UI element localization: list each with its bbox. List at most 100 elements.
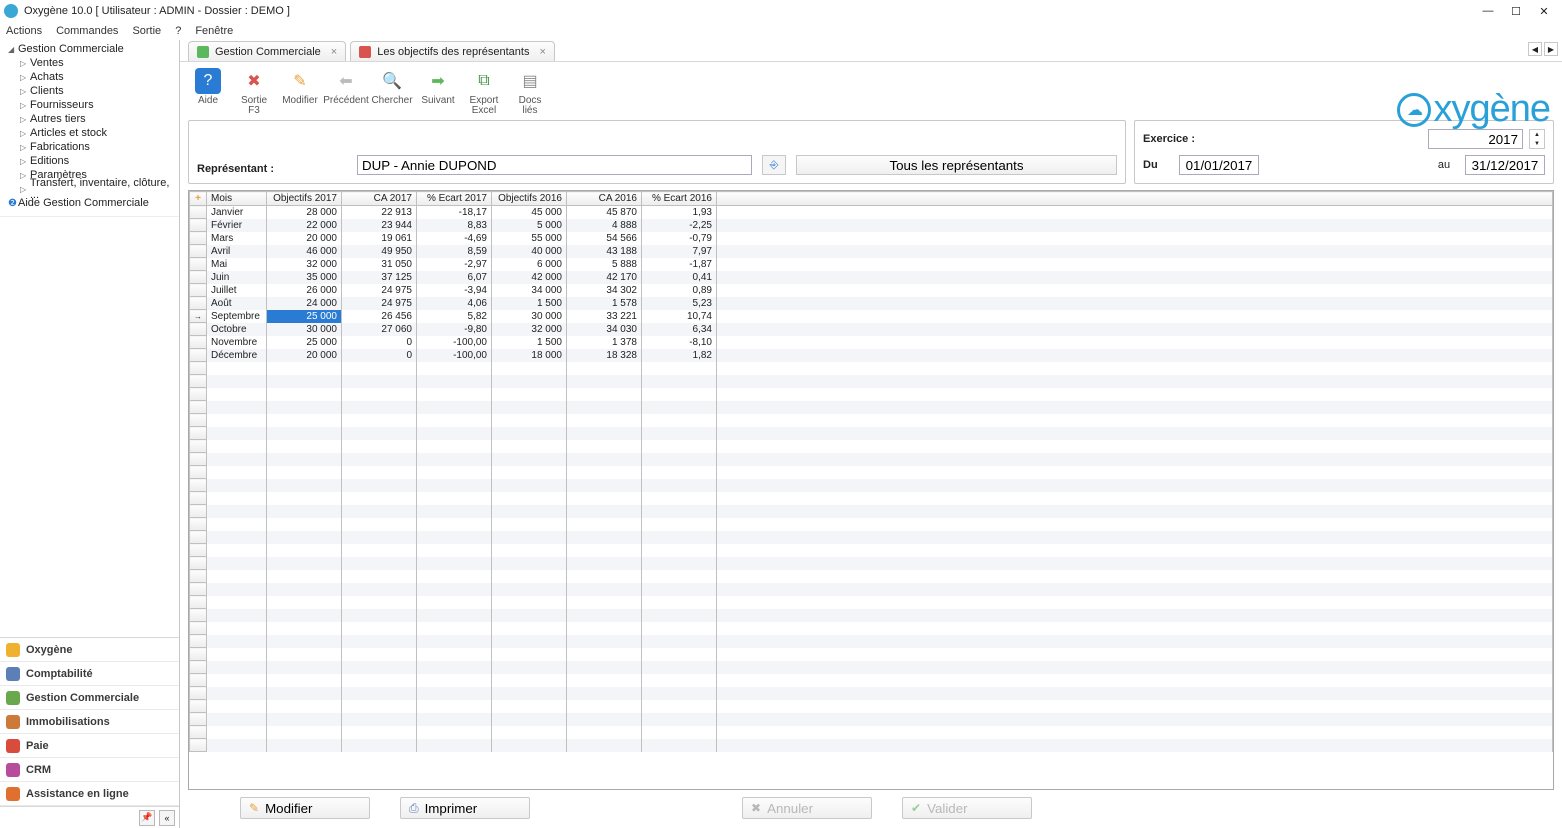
cell-ecart-2016[interactable]: -2,25 xyxy=(642,219,717,232)
cell-ecart-2016[interactable]: 7,97 xyxy=(642,245,717,258)
cell-ca-2017[interactable]: 26 456 xyxy=(342,310,417,323)
cell-ca-2017[interactable]: 27 060 xyxy=(342,323,417,336)
cell-ca-2016[interactable]: 43 188 xyxy=(567,245,642,258)
cell-ecart-2016[interactable]: 0,41 xyxy=(642,271,717,284)
table-row[interactable]: Juillet26 00024 975-3,9434 00034 3020,89 xyxy=(190,284,1553,297)
table-row[interactable]: Juin35 00037 1256,0742 00042 1700,41 xyxy=(190,271,1553,284)
cell-ecart-2017[interactable]: -100,00 xyxy=(417,349,492,362)
tree-ventes[interactable]: Ventes xyxy=(18,56,179,70)
cell-ca-2017[interactable]: 23 944 xyxy=(342,219,417,232)
cell-obj-2016[interactable]: 5 000 xyxy=(492,219,567,232)
cell-obj-2017[interactable]: 26 000 xyxy=(267,284,342,297)
cell-ecart-2016[interactable]: -0,79 xyxy=(642,232,717,245)
module-oxygene[interactable]: Oxygène xyxy=(0,638,179,662)
cell-obj-2017[interactable]: 30 000 xyxy=(267,323,342,336)
col-ecart-2016[interactable]: % Ecart 2016 xyxy=(642,192,717,206)
cell-ca-2017[interactable]: 24 975 xyxy=(342,297,417,310)
table-row[interactable]: Mai32 00031 050-2,976 0005 888-1,87 xyxy=(190,258,1553,271)
table-row[interactable]: Février22 00023 9448,835 0004 888-2,25 xyxy=(190,219,1553,232)
module-assistance[interactable]: Assistance en ligne xyxy=(0,782,179,806)
cell-mois[interactable]: Novembre xyxy=(207,336,267,349)
cell-ca-2016[interactable]: 33 221 xyxy=(567,310,642,323)
cell-ca-2017[interactable]: 0 xyxy=(342,336,417,349)
cell-ca-2016[interactable]: 42 170 xyxy=(567,271,642,284)
table-row[interactable]: Octobre30 00027 060-9,8032 00034 0306,34 xyxy=(190,323,1553,336)
cell-ca-2016[interactable]: 1 378 xyxy=(567,336,642,349)
cell-ecart-2017[interactable]: 5,82 xyxy=(417,310,492,323)
pin-button[interactable]: 📌 xyxy=(139,810,155,826)
cell-ecart-2017[interactable]: 4,06 xyxy=(417,297,492,310)
module-paie[interactable]: Paie xyxy=(0,734,179,758)
data-grid[interactable]: + Mois Objectifs 2017 CA 2017 % Ecart 20… xyxy=(188,190,1554,790)
cell-ca-2017[interactable]: 0 xyxy=(342,349,417,362)
cell-ecart-2016[interactable]: 1,82 xyxy=(642,349,717,362)
toolbar-export-excel[interactable]: ⧉Export Excel xyxy=(464,68,504,116)
close-icon[interactable]: × xyxy=(327,46,337,58)
cell-ca-2016[interactable]: 5 888 xyxy=(567,258,642,271)
cell-ecart-2017[interactable]: -9,80 xyxy=(417,323,492,336)
tab-objectifs[interactable]: Les objectifs des représentants × xyxy=(350,41,555,61)
cell-ecart-2016[interactable]: 10,74 xyxy=(642,310,717,323)
maximize-button[interactable]: ☐ xyxy=(1502,1,1530,21)
table-row[interactable]: Janvier28 00022 913-18,1745 00045 8701,9… xyxy=(190,206,1553,219)
table-row[interactable]: Novembre25 0000-100,001 5001 378-8,10 xyxy=(190,336,1553,349)
cell-ecart-2017[interactable]: 8,59 xyxy=(417,245,492,258)
cell-ecart-2016[interactable]: -1,87 xyxy=(642,258,717,271)
cell-ca-2017[interactable]: 31 050 xyxy=(342,258,417,271)
col-ecart-2017[interactable]: % Ecart 2017 xyxy=(417,192,492,206)
cell-ecart-2016[interactable]: 0,89 xyxy=(642,284,717,297)
tree-autres-tiers[interactable]: Autres tiers xyxy=(18,112,179,126)
cell-mois[interactable]: Septembre xyxy=(207,310,267,323)
cell-obj-2016[interactable]: 45 000 xyxy=(492,206,567,219)
cell-obj-2017[interactable]: 20 000 xyxy=(267,232,342,245)
cell-obj-2016[interactable]: 55 000 xyxy=(492,232,567,245)
cell-ecart-2017[interactable]: -4,69 xyxy=(417,232,492,245)
cell-obj-2016[interactable]: 18 000 xyxy=(492,349,567,362)
cell-obj-2017[interactable]: 25 000 xyxy=(267,310,342,323)
module-comptabilite[interactable]: Comptabilité xyxy=(0,662,179,686)
cell-mois[interactable]: Février xyxy=(207,219,267,232)
all-reps-button[interactable]: Tous les représentants xyxy=(796,155,1117,175)
tree-clients[interactable]: Clients xyxy=(18,84,179,98)
toolbar-aide[interactable]: ?Aide xyxy=(188,68,228,116)
cell-ecart-2016[interactable]: 5,23 xyxy=(642,297,717,310)
col-mois[interactable]: Mois xyxy=(207,192,267,206)
menu-help[interactable]: ? xyxy=(175,25,181,37)
cell-ca-2016[interactable]: 45 870 xyxy=(567,206,642,219)
toolbar-docs-lies[interactable]: ▤Docs liés xyxy=(510,68,550,116)
cell-ecart-2017[interactable]: -2,97 xyxy=(417,258,492,271)
cell-ecart-2017[interactable]: 8,83 xyxy=(417,219,492,232)
col-obj-2016[interactable]: Objectifs 2016 xyxy=(492,192,567,206)
exercice-input[interactable] xyxy=(1428,129,1523,149)
cell-obj-2017[interactable]: 25 000 xyxy=(267,336,342,349)
menu-fenetre[interactable]: Fenêtre xyxy=(195,25,233,37)
module-gestion-commerciale[interactable]: Gestion Commerciale xyxy=(0,686,179,710)
cell-mois[interactable]: Janvier xyxy=(207,206,267,219)
close-button[interactable]: ✕ xyxy=(1530,1,1558,21)
toolbar-precedent[interactable]: ⬅Précédent xyxy=(326,68,366,116)
cell-ecart-2017[interactable]: -100,00 xyxy=(417,336,492,349)
cell-ca-2016[interactable]: 4 888 xyxy=(567,219,642,232)
table-row[interactable]: →Septembre25 00026 4565,8230 00033 22110… xyxy=(190,310,1553,323)
tab-gestion-commerciale[interactable]: Gestion Commerciale × xyxy=(188,41,346,61)
tab-scroll-left[interactable]: ◀ xyxy=(1528,42,1542,56)
cell-mois[interactable]: Juillet xyxy=(207,284,267,297)
tree-editions[interactable]: Editions xyxy=(18,154,179,168)
cell-obj-2017[interactable]: 35 000 xyxy=(267,271,342,284)
minimize-button[interactable]: — xyxy=(1474,1,1502,21)
tree-achats[interactable]: Achats xyxy=(18,70,179,84)
cell-ecart-2017[interactable]: 6,07 xyxy=(417,271,492,284)
cell-obj-2016[interactable]: 32 000 xyxy=(492,323,567,336)
col-obj-2017[interactable]: Objectifs 2017 xyxy=(267,192,342,206)
table-row[interactable]: Avril46 00049 9508,5940 00043 1887,97 xyxy=(190,245,1553,258)
exercice-spinner[interactable]: ▲▼ xyxy=(1529,129,1545,149)
representant-lookup-button[interactable]: ⎆ xyxy=(762,155,786,175)
cell-ecart-2017[interactable]: -18,17 xyxy=(417,206,492,219)
to-date-input[interactable] xyxy=(1465,155,1545,175)
from-date-input[interactable] xyxy=(1179,155,1259,175)
cell-ecart-2016[interactable]: 6,34 xyxy=(642,323,717,336)
toolbar-modifier[interactable]: ✎Modifier xyxy=(280,68,320,116)
toolbar-suivant[interactable]: ➡Suivant xyxy=(418,68,458,116)
cell-obj-2016[interactable]: 34 000 xyxy=(492,284,567,297)
cell-ca-2017[interactable]: 19 061 xyxy=(342,232,417,245)
